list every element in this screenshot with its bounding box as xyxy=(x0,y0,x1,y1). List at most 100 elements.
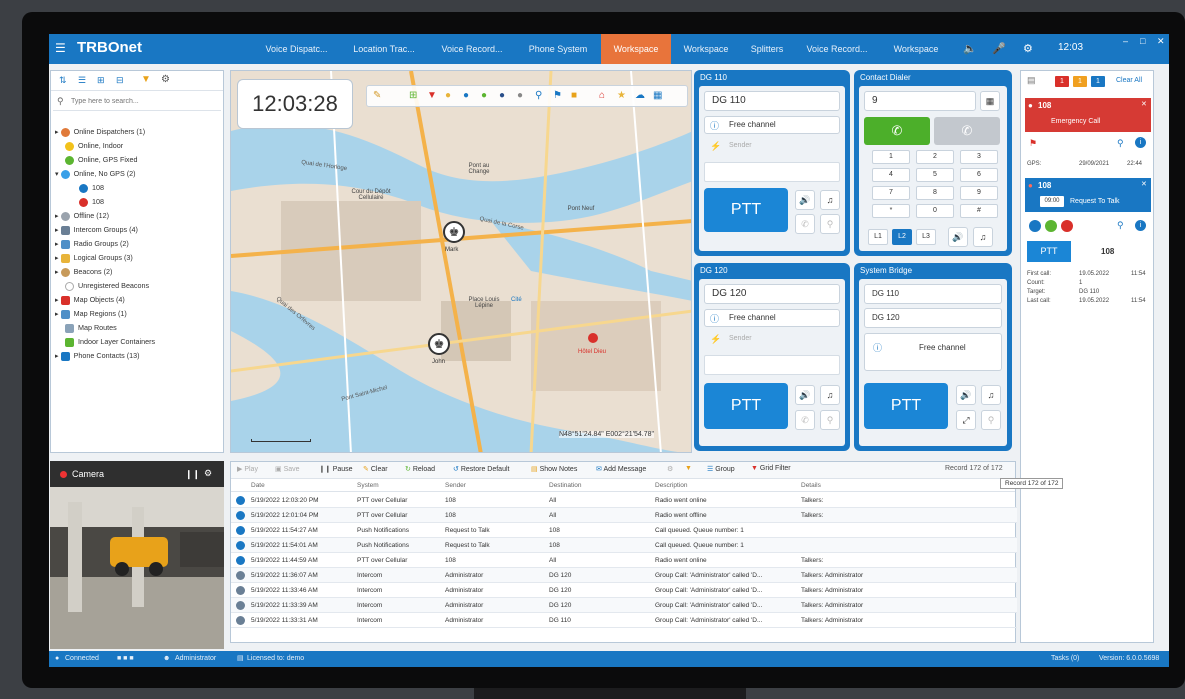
alerts-list-icon[interactable]: ▤ xyxy=(1027,75,1036,86)
tree-online-dispatchers[interactable]: ▸ Online Dispatchers (1) xyxy=(55,125,145,139)
layer-blue-icon[interactable]: ● xyxy=(463,90,469,101)
phone-gray-icon[interactable]: ✆ xyxy=(795,214,815,234)
dial-key[interactable]: 6 xyxy=(960,168,998,182)
hangup-button[interactable]: ✆ xyxy=(934,117,1000,145)
table-row[interactable]: 5/19/2022 11:44:59 AM PTT over Cellular 10… xyxy=(231,553,1017,568)
col-details[interactable]: Details xyxy=(801,480,821,492)
zoom-gray-icon[interactable]: ⚲ xyxy=(820,410,840,430)
restore-default-button[interactable]: ↺ Restore Default xyxy=(453,465,509,473)
expand-arrow-icon[interactable]: ▸ xyxy=(55,211,61,220)
map-view[interactable]: 12:03:28 ✎ ⊞ ▼ ● ● ● ● ● ⚲ ⚑ ■ ⌂ ★ ☁ ▦ Q… xyxy=(230,70,692,453)
dialer-music-icon[interactable]: ♫ xyxy=(973,227,993,247)
pencil-icon[interactable]: ✎ xyxy=(373,90,381,101)
tab-voice-recorder[interactable]: Voice Record... xyxy=(429,34,515,64)
dial-key[interactable]: * xyxy=(872,204,910,218)
line-l1[interactable]: L1 xyxy=(868,229,888,245)
ptt-button[interactable]: PTT xyxy=(704,188,788,232)
tab-location-tracking[interactable]: Location Trac... xyxy=(341,34,427,64)
tree-online-indoor[interactable]: Online, Indoor xyxy=(65,139,123,153)
tree-radio-108-a[interactable]: 108 xyxy=(79,181,104,195)
volume-icon[interactable]: 🔊 xyxy=(795,385,815,405)
search-input[interactable] xyxy=(71,95,216,108)
dial-key[interactable]: 3 xyxy=(960,150,998,164)
dial-key[interactable]: 5 xyxy=(916,168,954,182)
col-description[interactable]: Description xyxy=(655,480,688,492)
table-row[interactable]: 5/19/2022 11:33:31 AM Intercom Administrat… xyxy=(231,613,1017,628)
tree-map-objects[interactable]: ▸ Map Objects (4) xyxy=(55,293,125,307)
expand-arrow-icon[interactable]: ▸ xyxy=(55,239,61,248)
gear-icon[interactable]: ⚙ xyxy=(161,74,170,85)
maximize-icon[interactable]: □ xyxy=(1140,36,1145,46)
dialer-volume-icon[interactable]: 🔊 xyxy=(948,227,968,247)
dial-key[interactable]: 9 xyxy=(960,186,998,200)
dial-key[interactable]: 7 xyxy=(872,186,910,200)
show-notes-button[interactable]: ▤ Show Notes xyxy=(531,465,577,473)
save-button[interactable]: ▣ Save xyxy=(275,465,300,473)
alert-info-icon[interactable]: i xyxy=(1135,137,1146,148)
map-marker-john[interactable]: ♚ xyxy=(428,333,450,355)
collapse-arrow-icon[interactable]: ▾ xyxy=(55,169,61,178)
table-row[interactable]: 5/19/2022 11:54:01 AM Push Notifications R… xyxy=(231,538,1017,553)
dial-key[interactable]: 4 xyxy=(872,168,910,182)
col-system[interactable]: System xyxy=(357,480,379,492)
layer-navy-icon[interactable]: ● xyxy=(499,90,505,101)
grid-filter-button[interactable]: ▼ Grid Filter xyxy=(751,465,791,472)
expand-arrow-icon[interactable]: ▸ xyxy=(55,295,61,304)
ptt-button[interactable]: PTT xyxy=(704,383,788,429)
map-filter-icon[interactable]: ▼ xyxy=(427,90,437,101)
star-icon[interactable]: ★ xyxy=(617,90,626,101)
layer-green-icon[interactable]: ● xyxy=(481,90,487,101)
line-l2[interactable]: L2 xyxy=(892,229,912,245)
tab-phone-system[interactable]: Phone System xyxy=(517,34,599,64)
phone-gray-icon[interactable]: ✆ xyxy=(795,410,815,430)
expand-arrow-icon[interactable]: ▸ xyxy=(55,225,61,234)
dial-number-field[interactable]: 9 xyxy=(864,91,976,111)
reject-red-icon[interactable] xyxy=(1061,220,1073,232)
zoom-extent-icon[interactable]: ⊞ xyxy=(409,90,417,101)
tab-workspace-2[interactable]: Workspace xyxy=(673,34,739,64)
settings-icon[interactable]: ⚙ xyxy=(1023,42,1033,55)
zoom-gray-icon[interactable]: ⚲ xyxy=(981,410,1001,430)
close-alert-icon[interactable]: ✕ xyxy=(1141,100,1147,108)
tree-map-routes[interactable]: Map Routes xyxy=(65,321,117,335)
tree-unregistered-beacons[interactable]: Unregistered Beacons xyxy=(65,279,149,293)
tab-workspace-active[interactable]: Workspace xyxy=(601,34,671,64)
camera-settings-icon[interactable]: ⚙ xyxy=(204,468,212,479)
tree-intercom-groups[interactable]: ▸ Intercom Groups (4) xyxy=(55,223,138,237)
expand-arrows-icon[interactable]: ⤢ xyxy=(956,410,976,430)
log-filter-icon[interactable]: ▼ xyxy=(685,465,692,472)
expand-icon[interactable]: ⊞ xyxy=(97,75,105,86)
close-icon[interactable]: ✕ xyxy=(1157,36,1165,47)
play-button[interactable]: ▶ Play xyxy=(237,465,258,473)
tree-radio-groups[interactable]: ▸ Radio Groups (2) xyxy=(55,237,129,251)
tree-map-regions[interactable]: ▸ Map Regions (1) xyxy=(55,307,127,321)
tab-splitters[interactable]: Splitters xyxy=(741,34,793,64)
list-icon[interactable]: ☰ xyxy=(78,75,86,86)
tree-beacons[interactable]: ▸ Beacons (2) xyxy=(55,265,112,279)
music-note-icon[interactable]: ♫ xyxy=(981,385,1001,405)
contacts-book-icon[interactable]: ▦ xyxy=(980,91,1000,111)
collapse-icon[interactable]: ⊟ xyxy=(116,75,124,86)
volume-icon[interactable]: 🔊 xyxy=(795,190,815,210)
tree-radio-108-b[interactable]: 108 xyxy=(79,195,104,209)
map-marker-mark[interactable]: ♚ xyxy=(443,221,465,243)
cloud-icon[interactable]: ☁ xyxy=(635,90,645,101)
alert-zoom-icon[interactable]: ⚲ xyxy=(1117,138,1124,149)
close-request-icon[interactable]: ✕ xyxy=(1141,180,1147,188)
tab-voice-recorder-2[interactable]: Voice Record... xyxy=(795,34,879,64)
ptt-tab[interactable]: PTT xyxy=(1027,241,1071,262)
log-settings-icon[interactable]: ⚙ xyxy=(667,465,673,473)
tree-online-gps-fixed[interactable]: Online, GPS Fixed xyxy=(65,153,138,167)
hospital-marker-icon[interactable] xyxy=(588,333,598,343)
tab-voice-dispatch[interactable]: Voice Dispatc... xyxy=(254,34,339,64)
tree-logical-groups[interactable]: ▸ Logical Groups (3) xyxy=(55,251,133,265)
table-row[interactable]: 5/19/2022 12:01:04 PM PTT over Cellular 10… xyxy=(231,508,1017,523)
pause-button[interactable]: ❙❙ Pause xyxy=(319,465,353,473)
tree-online-no-gps[interactable]: ▾ Online, No GPS (2) xyxy=(55,167,136,181)
request-to-talk-alert[interactable]: ● 108 09:00 Request To Talk ✕ xyxy=(1025,178,1151,212)
clear-button[interactable]: ✎ Clear xyxy=(363,465,388,473)
add-message-button[interactable]: ✉ Add Message xyxy=(596,465,646,473)
tree-phone-contacts[interactable]: ▸ Phone Contacts (13) xyxy=(55,349,140,363)
tasks-button[interactable]: Tasks (0) xyxy=(1051,651,1079,667)
zoom-gray-icon[interactable]: ⚲ xyxy=(820,214,840,234)
